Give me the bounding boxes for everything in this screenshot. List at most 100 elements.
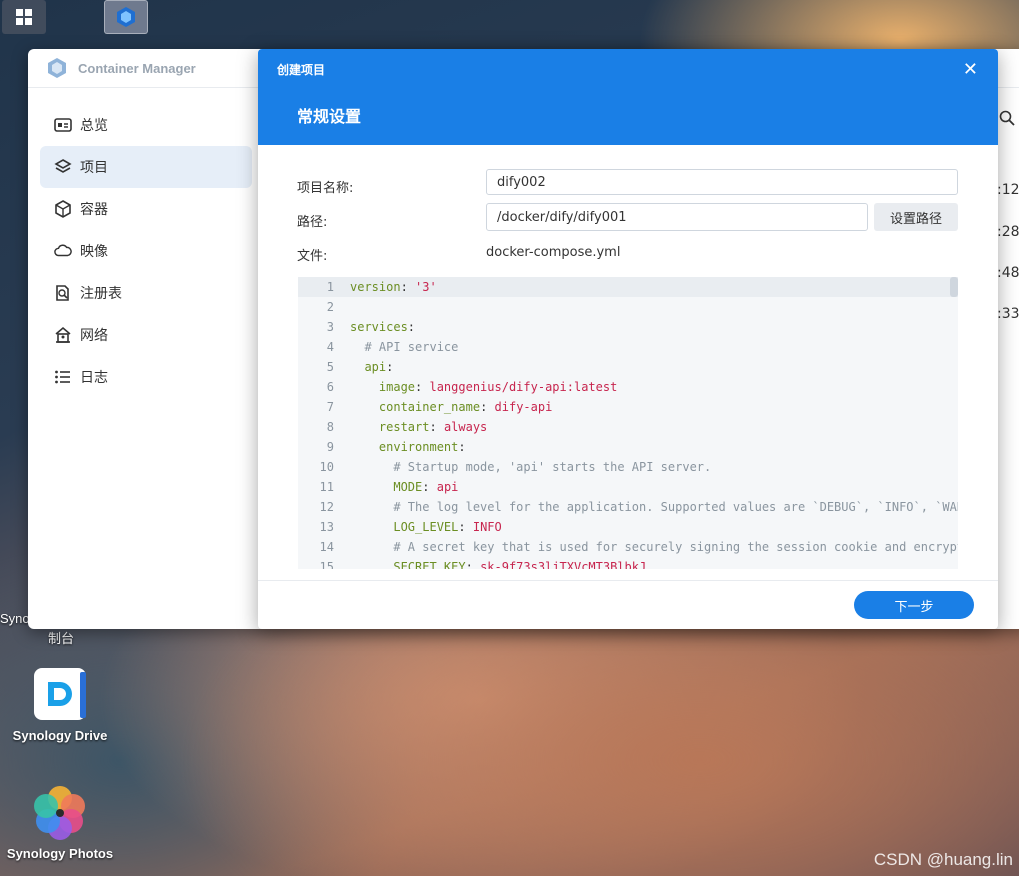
yaml-value: api (436, 480, 459, 494)
sidebar-item-label: 总览 (80, 118, 108, 134)
close-icon[interactable]: ✕ (963, 59, 978, 80)
line-number: 7 (326, 400, 334, 414)
yaml-punct (350, 380, 379, 394)
list-item-time: :33 (997, 306, 1019, 322)
yaml-key: container_name (378, 400, 481, 414)
code-text: SECRET_KEY: sk-9f73s3ljTXVcMT3BlbkJ... (350, 557, 668, 569)
path-input[interactable] (486, 203, 868, 231)
sidebar-item-label: 网络 (80, 328, 108, 344)
code-line: 6 image: langgenius/dify-api:latest (298, 377, 958, 397)
code-text: # Startup mode, 'api' starts the API ser… (350, 457, 711, 477)
yaml-punct: : (386, 360, 394, 374)
yaml-punct (350, 500, 393, 514)
yaml-punct: : (415, 380, 430, 394)
code-line: 12 # The log level for the application. … (298, 497, 958, 517)
file-name: docker-compose.yml (486, 245, 621, 260)
project-name-input[interactable] (486, 169, 958, 195)
code-line: 2 (298, 297, 958, 317)
sidebar-item-registry[interactable]: 注册表 (40, 272, 252, 314)
sidebar-item-label: 注册表 (80, 286, 122, 302)
yaml-value: sk-9f73s3ljTXVcMT3BlbkJ... (480, 560, 668, 569)
yaml-key: api (364, 360, 387, 374)
code-line: 8 restart: always (298, 417, 958, 437)
code-text: restart: always (350, 417, 487, 437)
grid-icon (16, 9, 32, 25)
desktop-icon-synology-photos[interactable]: Synology Photos (5, 784, 115, 861)
yaml-comment: # The log level for the application. Sup… (393, 500, 958, 514)
line-number: 9 (326, 440, 334, 454)
yaml-value: '3' (415, 280, 437, 294)
line-number: 13 (319, 520, 334, 534)
file-label: 文件: (297, 249, 328, 264)
line-number: 4 (326, 340, 334, 354)
image-cloud-icon (54, 242, 72, 260)
yaml-key: SECRET_KEY (393, 560, 466, 569)
yaml-punct (350, 400, 379, 414)
editor-scrollbar[interactable] (950, 277, 958, 297)
yaml-comment: # Startup mode, 'api' starts the API ser… (393, 460, 712, 474)
yaml-punct: : (480, 400, 495, 414)
code-text: # The log level for the application. Sup… (350, 497, 958, 517)
network-house-icon (54, 326, 72, 344)
desktop-partial-label: 制台 (48, 631, 75, 646)
sidebar-item-container[interactable]: 容器 (40, 188, 252, 230)
line-number: 11 (319, 480, 334, 494)
code-line: 7 container_name: dify-api (298, 397, 958, 417)
list-item-time: :28 (997, 224, 1019, 240)
desktop-icon-synology-drive[interactable]: Synology Drive (5, 666, 115, 743)
yaml-key: restart (378, 420, 430, 434)
sidebar-item-project[interactable]: 项目 (40, 146, 252, 188)
desktop-icon-label: Synology Photos (6, 846, 114, 861)
registry-search-icon (54, 284, 72, 302)
yaml-punct: : (458, 440, 466, 454)
taskbar-container-manager-button[interactable] (104, 0, 148, 34)
container-box-icon (54, 200, 72, 218)
yaml-punct: : (429, 420, 444, 434)
yaml-punct: : (407, 320, 416, 334)
yaml-punct (350, 480, 393, 494)
line-number: 12 (319, 500, 334, 514)
yaml-value: always (443, 420, 488, 434)
code-line: 1 version: '3' (298, 277, 958, 297)
code-line: 4 # API service (298, 337, 958, 357)
yaml-key: LOG_LEVEL (393, 520, 459, 534)
compose-code-editor[interactable]: 1 version: '3' 2 3 services: 4 # API service 5… (298, 277, 958, 569)
sidebar-item-overview[interactable]: 总览 (40, 104, 252, 146)
code-text: MODE: api (350, 477, 458, 497)
yaml-punct (350, 460, 393, 474)
dialog-header: 创建项目 ✕ 常规设置 (258, 49, 998, 145)
main-menu-button[interactable] (2, 0, 46, 34)
code-text: LOG_LEVEL: INFO (350, 517, 502, 537)
yaml-value: INFO (472, 520, 502, 534)
project-layers-icon (54, 158, 72, 176)
set-path-button[interactable]: 设置路径 (874, 203, 958, 231)
sidebar-item-label: 容器 (80, 202, 108, 218)
code-line: 15 SECRET_KEY: sk-9f73s3ljTXVcMT3BlbkJ..… (298, 557, 958, 569)
sidebar-item-image[interactable]: 映像 (40, 230, 252, 272)
code-line: 13 LOG_LEVEL: INFO (298, 517, 958, 537)
yaml-key: services (350, 320, 408, 334)
desktop-icon-label: Synology Drive (12, 728, 108, 743)
synology-photos-icon (32, 784, 88, 840)
create-project-dialog: 创建项目 ✕ 常规设置 项目名称: 路径: 设置路径 文件: docker-co… (258, 49, 998, 629)
next-button[interactable]: 下一步 (854, 591, 974, 619)
sidebar-item-label: 映像 (80, 244, 108, 260)
app-title: Container Manager (78, 60, 196, 76)
watermark: CSDN @huang.lin (873, 850, 1013, 869)
yaml-punct: : (422, 480, 437, 494)
line-number: 1 (326, 280, 334, 294)
dialog-step-title: 常规设置 (297, 107, 362, 126)
code-line: 14 # A secret key that is used for secur… (298, 537, 958, 557)
sidebar-item-network[interactable]: 网络 (40, 314, 252, 356)
container-manager-icon (117, 7, 135, 27)
project-name-label: 项目名称: (297, 181, 354, 196)
yaml-punct: : (400, 280, 416, 294)
search-icon[interactable] (999, 110, 1015, 126)
line-number: 3 (326, 320, 334, 334)
file-row: 文件: docker-compose.yml (297, 237, 958, 271)
sidebar-item-log[interactable]: 日志 (40, 356, 252, 398)
line-number: 15 (319, 560, 334, 569)
code-text: version: '3' (350, 277, 437, 297)
container-manager-icon (48, 58, 66, 78)
line-number: 8 (326, 420, 334, 434)
